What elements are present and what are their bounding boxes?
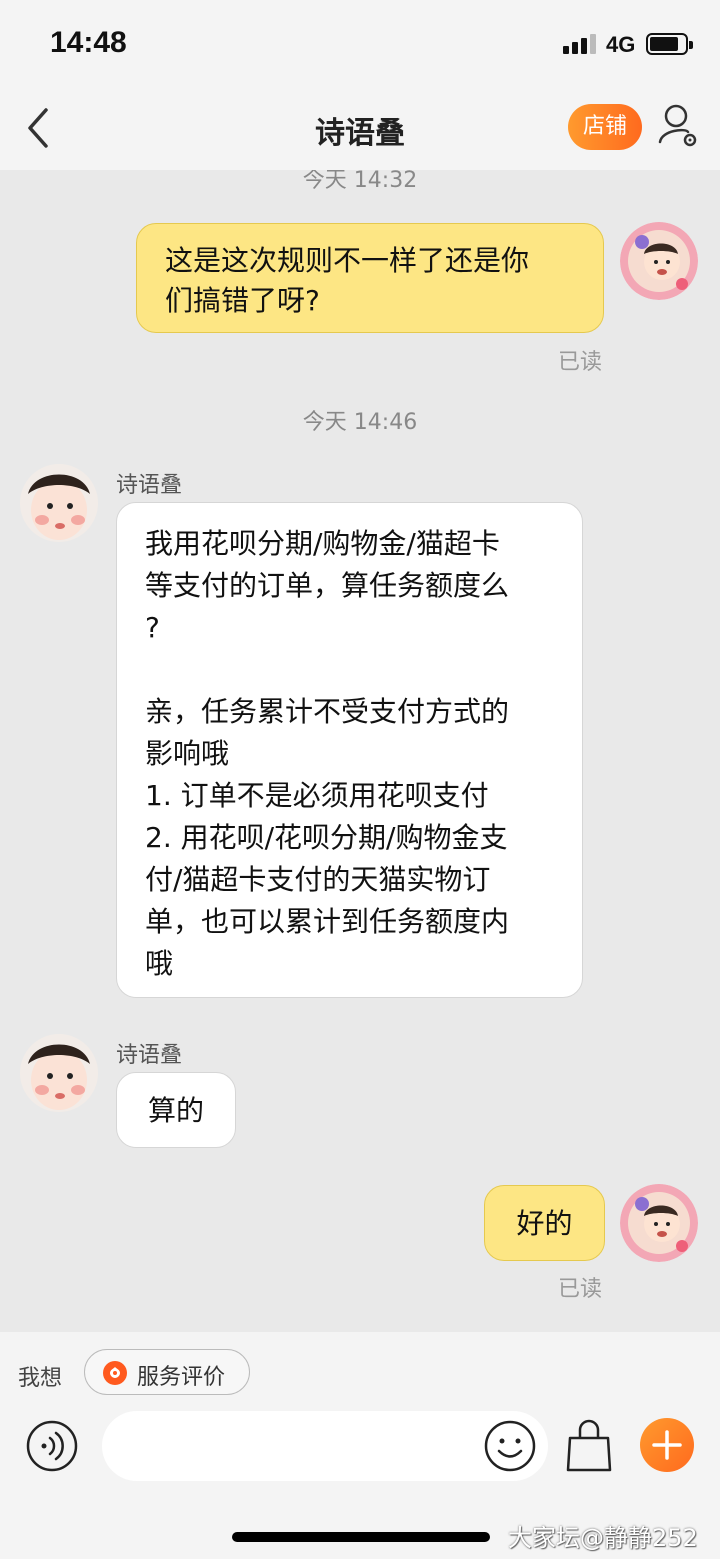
message-line: 付/猫超卡支付的天猫实物订 bbox=[145, 863, 491, 896]
avatar-image bbox=[620, 1184, 698, 1262]
timestamp: 今天 14:32 bbox=[302, 170, 418, 193]
message-line: 1. 订单不是必须用花呗支付 bbox=[145, 779, 489, 812]
battery-icon bbox=[646, 33, 693, 55]
shop-button[interactable]: 店铺 bbox=[568, 104, 642, 150]
user-settings-button[interactable] bbox=[656, 102, 700, 150]
message-line: 哦 bbox=[145, 947, 174, 980]
avatar-image bbox=[20, 1034, 98, 1112]
home-indicator bbox=[232, 1532, 490, 1542]
message-line: ? bbox=[145, 611, 160, 644]
voice-icon bbox=[26, 1420, 78, 1472]
shop-avatar[interactable] bbox=[20, 1034, 98, 1112]
incoming-message-bubble[interactable]: 我用花呗分期/购物金/猫超卡 等支付的订单，算任务额度么 ? 亲，任务累计不受支… bbox=[116, 502, 583, 998]
status-time: 14:48 bbox=[50, 26, 127, 59]
message-line: 等支付的订单，算任务额度么 bbox=[145, 569, 510, 602]
sender-name: 诗语叠 bbox=[116, 1043, 183, 1068]
plus-icon bbox=[652, 1430, 682, 1460]
status-bar: 14:48 4G bbox=[0, 0, 720, 88]
emoji-button[interactable] bbox=[484, 1420, 536, 1472]
message-text: 算的 bbox=[147, 1094, 204, 1127]
user-settings-icon bbox=[658, 104, 697, 147]
message-line: 亲，任务累计不受支付方式的 bbox=[145, 695, 510, 728]
timestamp: 今天 14:46 bbox=[302, 410, 418, 435]
smiley-icon bbox=[484, 1420, 536, 1472]
message-line: 我用花呗分期/购物金/猫超卡 bbox=[145, 527, 500, 560]
outgoing-message-bubble[interactable]: 这是这次规则不一样了还是你 们搞错了呀? bbox=[136, 223, 604, 333]
message-line: 单，也可以累计到任务额度内 bbox=[145, 905, 510, 938]
shopping-bag-icon bbox=[566, 1419, 612, 1472]
message-line: 影响哦 bbox=[145, 737, 230, 770]
more-actions-button[interactable] bbox=[640, 1418, 694, 1472]
bottom-panel: 我想 服务评价 大家坛@静静252 bbox=[0, 1332, 720, 1559]
network-type: 4G bbox=[606, 32, 636, 57]
message-line: 2. 用花呗/花呗分期/购物金支 bbox=[145, 821, 508, 854]
watermark: 大家坛@静静252 bbox=[508, 1524, 698, 1552]
voice-input-button[interactable] bbox=[26, 1420, 78, 1472]
quick-actions-label: 我想 bbox=[18, 1366, 63, 1391]
service-rating-button[interactable]: 服务评价 bbox=[84, 1349, 250, 1395]
message-input[interactable] bbox=[102, 1411, 548, 1481]
flower-icon bbox=[103, 1361, 127, 1385]
product-button[interactable] bbox=[564, 1418, 614, 1474]
message-text: 好的 bbox=[516, 1207, 573, 1240]
my-avatar[interactable] bbox=[620, 1184, 698, 1262]
read-receipt: 已读 bbox=[558, 1277, 603, 1302]
my-avatar[interactable] bbox=[620, 222, 698, 300]
message-line bbox=[145, 649, 582, 691]
nav-bar: 诗语叠 店铺 bbox=[0, 88, 720, 170]
signal-icon bbox=[563, 32, 599, 54]
incoming-message-bubble[interactable]: 算的 bbox=[116, 1072, 236, 1148]
message-line: 这是这次规则不一样了还是你 bbox=[165, 244, 530, 277]
read-receipt: 已读 bbox=[558, 350, 603, 375]
avatar-image bbox=[20, 464, 98, 542]
outgoing-message-bubble[interactable]: 好的 bbox=[484, 1185, 605, 1261]
service-rating-label: 服务评价 bbox=[137, 1365, 226, 1390]
sender-name: 诗语叠 bbox=[116, 473, 183, 498]
message-line: 们搞错了呀? bbox=[165, 284, 320, 317]
shop-avatar[interactable] bbox=[20, 464, 98, 542]
chat-area[interactable]: 今天 14:32 这是这次规则不一样了还是你 们搞错了呀? 已读 今天 14:4… bbox=[0, 170, 720, 1332]
avatar-image bbox=[620, 222, 698, 300]
